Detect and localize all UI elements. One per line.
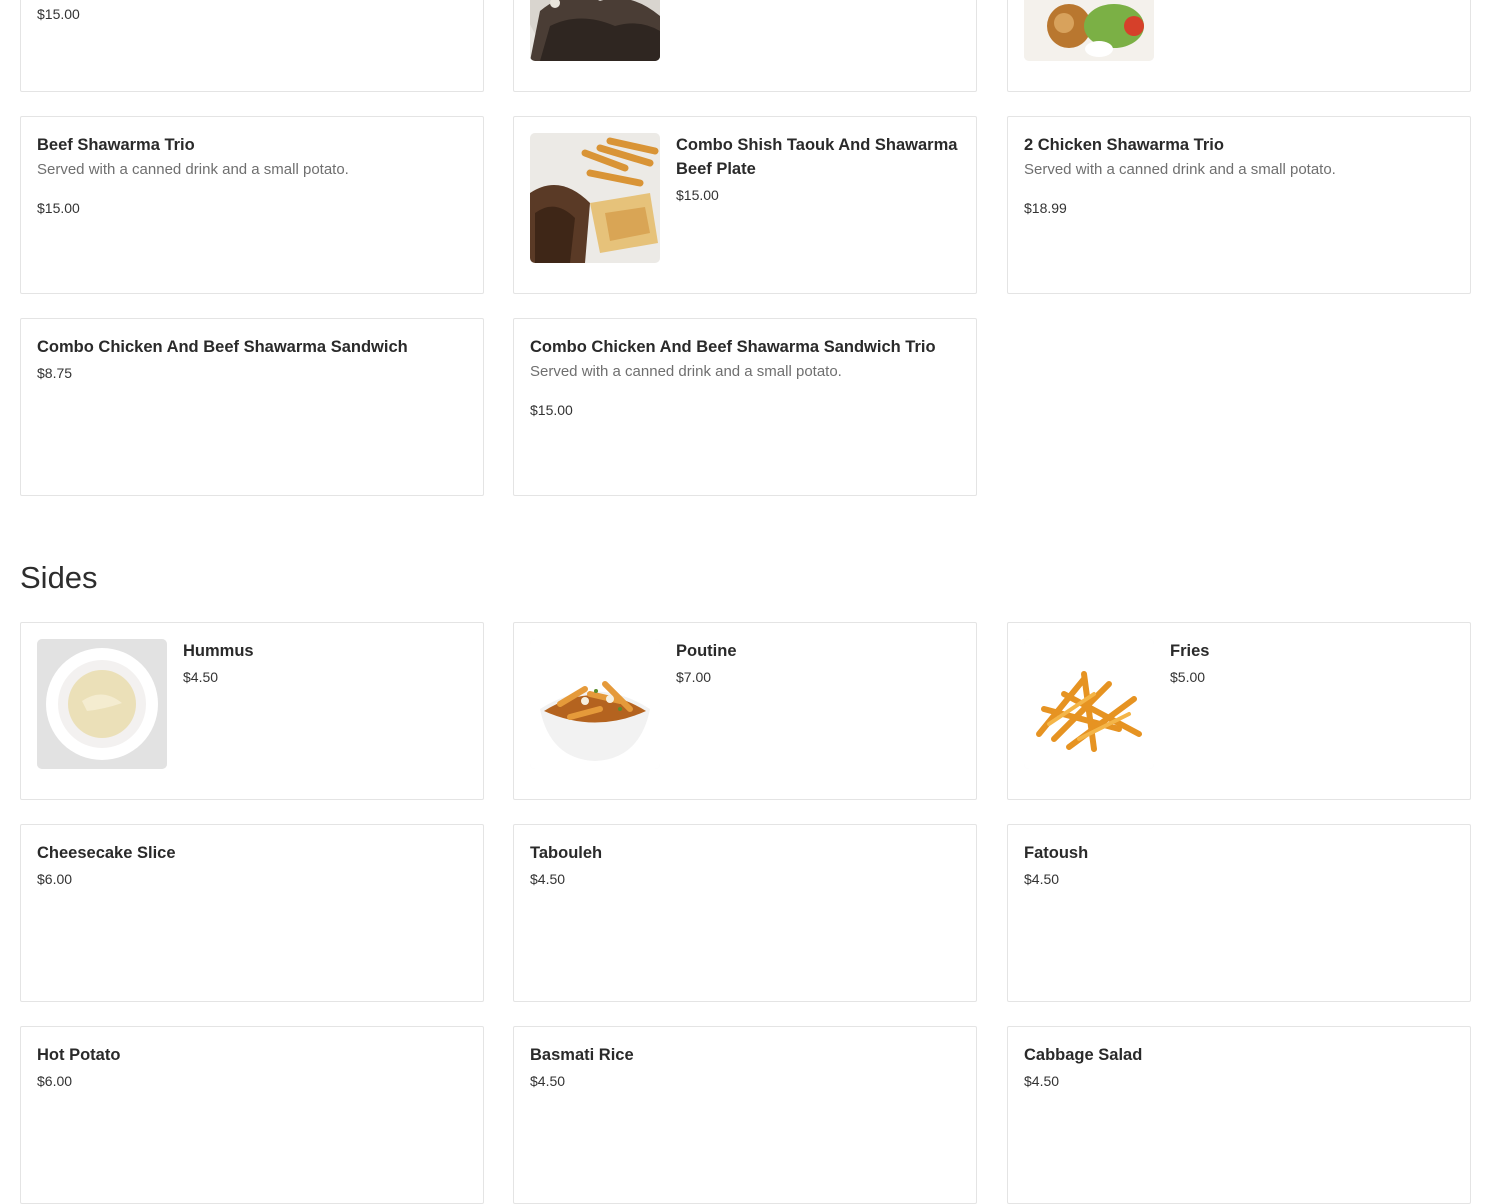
falafel-plate-photo (1024, 0, 1154, 61)
item-title: Beef Shawarma Trio (37, 136, 195, 154)
item-price: $4.50 (1024, 1073, 1060, 1089)
shawarma-plate-photo (530, 133, 660, 263)
menu-item-card[interactable]: Combo Chicken And Beef Shawarma Sandwich… (20, 318, 484, 496)
item-price: $6.00 (37, 1073, 73, 1089)
menu-item-card[interactable]: Tabouleh $4.50 (513, 824, 977, 1002)
menu-item-card[interactable]: Basmati Rice $4.50 (513, 1026, 977, 1204)
item-price: $5.00 (1170, 669, 1206, 685)
item-price: $4.50 (530, 871, 566, 887)
menu-item-card[interactable]: Beef Shawarma Trio Served with a canned … (20, 116, 484, 294)
item-description: Served with a canned drink and a small p… (37, 161, 349, 178)
section-title-sides: Sides (20, 560, 98, 595)
menu-item-card[interactable]: Combo Shish Taouk And Shawarma Beef Plat… (513, 116, 977, 294)
poutine-photo (530, 639, 660, 769)
item-price: $15.00 (37, 6, 80, 22)
hummus-photo (37, 639, 167, 769)
menu-item-card[interactable]: Poutine $7.00 (513, 622, 977, 800)
menu-item-card[interactable]: $15.00 (20, 0, 484, 92)
menu-item-card[interactable]: Hot Potato $6.00 (20, 1026, 484, 1204)
item-price: $8.75 (37, 365, 73, 381)
item-price: $6.00 (37, 871, 73, 887)
item-title: Tabouleh (530, 844, 603, 862)
menu-item-card[interactable]: Cabbage Salad $4.50 (1007, 1026, 1471, 1204)
fries-photo (1024, 639, 1154, 769)
item-price: $15.00 (37, 200, 80, 216)
beef-rice-photo (530, 0, 660, 61)
menu-item-card[interactable]: Fries $5.00 (1007, 622, 1471, 800)
menu-item-card[interactable]: 2 Chicken Shawarma Trio Served with a ca… (1007, 116, 1471, 294)
item-price: $7.00 (676, 669, 712, 685)
item-title: Combo Chicken And Beef Shawarma Sandwich… (530, 338, 936, 356)
menu-item-card[interactable] (1007, 0, 1471, 92)
item-price: $4.50 (530, 1073, 566, 1089)
menu-item-card[interactable]: Fatoush $4.50 (1007, 824, 1471, 1002)
menu-item-card[interactable]: Cheesecake Slice $6.00 (20, 824, 484, 1002)
item-title: Hummus (183, 642, 254, 660)
menu-item-card[interactable] (513, 0, 977, 92)
item-title: Cabbage Salad (1024, 1046, 1143, 1064)
item-description: Served with a canned drink and a small p… (530, 363, 842, 380)
item-title: Basmati Rice (530, 1046, 634, 1064)
item-description: Served with a canned drink and a small p… (1024, 161, 1336, 178)
item-title: 2 Chicken Shawarma Trio (1024, 136, 1224, 154)
menu-item-card[interactable]: Combo Chicken And Beef Shawarma Sandwich… (513, 318, 977, 496)
item-title: Combo Shish Taouk And Shawarma Beef Plat… (676, 136, 958, 178)
item-title: Hot Potato (37, 1046, 121, 1064)
item-title: Poutine (676, 642, 737, 660)
item-price: $18.99 (1024, 200, 1067, 216)
item-title: Fries (1170, 642, 1210, 660)
item-price: $4.50 (1024, 871, 1060, 887)
item-price: $15.00 (530, 402, 573, 418)
menu-item-card[interactable]: Hummus $4.50 (20, 622, 484, 800)
item-price: $4.50 (183, 669, 219, 685)
item-title: Cheesecake Slice (37, 844, 176, 862)
item-title: Fatoush (1024, 844, 1089, 862)
item-title: Combo Chicken And Beef Shawarma Sandwich (37, 338, 408, 356)
item-price: $15.00 (676, 187, 719, 203)
